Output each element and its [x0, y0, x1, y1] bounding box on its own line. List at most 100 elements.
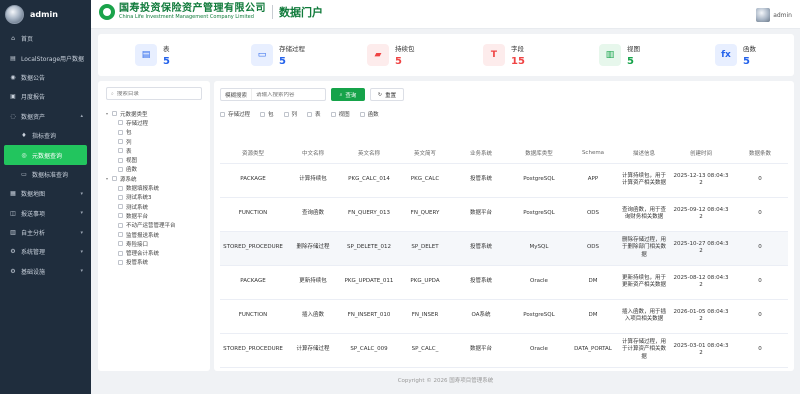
tree-checkbox[interactable] — [118, 120, 123, 126]
tree-node[interactable]: 视图 — [106, 155, 176, 164]
company-logo[interactable]: 国寿投资保险资产管理有限公司 China Life Investment Man… — [99, 4, 323, 20]
tree-node[interactable]: 测试系统3 — [106, 193, 176, 202]
tree-group[interactable]: ▾ 元数据类型 — [106, 109, 176, 118]
table-row[interactable]: PACKAGE 计算持续包 PKG_CALC_014 PKG_CALC 投管系统 Post… — [220, 163, 788, 198]
tree-checkbox[interactable] — [118, 185, 123, 191]
stat-card[interactable]: ▤ 表 5 — [98, 43, 214, 67]
fuzzy-search-input[interactable] — [252, 91, 319, 98]
type-filter-checkboxes: 存储过程 包 列 表 视图 函数 — [220, 110, 389, 118]
stat-card[interactable]: ▭ 存储过程 5 — [214, 43, 330, 67]
tree-node-label: 测试系统 — [126, 204, 149, 211]
stat-card[interactable]: ▰ 持续包 5 — [330, 43, 446, 67]
table-row[interactable]: STORED_PROCEDURE 删除存储过程 SP_DELETE_012 SP_DE… — [220, 231, 788, 266]
tree-node[interactable]: 函数 — [106, 165, 176, 174]
tree-node[interactable]: 寿险接口 — [106, 239, 176, 248]
stat-card[interactable]: ▥ 视图 5 — [562, 43, 678, 67]
tree-node[interactable]: 存储过程 — [106, 118, 176, 127]
tree-node[interactable]: 列 — [106, 137, 176, 146]
stat-card[interactable]: fx 函数 5 — [678, 43, 794, 67]
chevron-icon: ▾ — [80, 210, 83, 217]
checkbox-box[interactable] — [359, 111, 365, 117]
header-username[interactable]: admin — [773, 12, 792, 19]
tree-checkbox[interactable] — [112, 176, 117, 182]
table-row[interactable]: PACKAGE 更新持续包 PKG_UPDATE_011 PKG_UPDA 投管系统 Or… — [220, 265, 788, 300]
tree-checkbox[interactable] — [118, 241, 123, 247]
checkbox-box[interactable] — [330, 111, 336, 117]
type-filter-checkbox[interactable]: 包 — [260, 110, 274, 118]
tree-node[interactable]: 数据平台 — [106, 211, 176, 220]
sidebar-item-label: 元数据查询 — [32, 152, 63, 160]
table-cell: Oracle — [510, 265, 568, 300]
type-filter-checkbox[interactable]: 视图 — [330, 110, 350, 118]
table-row[interactable]: FUNCTION 查询函数 FN_QUERY_013 FN_QUERY 数据平台 Post… — [220, 197, 788, 232]
tree-search-box[interactable]: ⌕ — [106, 87, 202, 100]
user-avatar[interactable] — [5, 5, 24, 24]
table-cell: 计算存储过程 — [286, 333, 340, 368]
logo-english-name: China Life Investment Management Company… — [119, 14, 254, 20]
sidebar-item-location[interactable]: ◎ 元数据查询 — [4, 145, 87, 165]
sidebar-item-report[interactable]: ▣ 月度报告 — [0, 87, 91, 106]
sidebar-item-analysis[interactable]: ▥ 自主分析 ▾ — [0, 223, 91, 242]
portal-title: 数据门户 — [279, 6, 323, 19]
tree-group[interactable]: ▾ 源系统 — [106, 174, 176, 183]
tree-checkbox[interactable] — [118, 250, 123, 256]
tree-checkbox[interactable] — [118, 222, 123, 228]
reset-button[interactable]: ↻ 重置 — [370, 88, 404, 101]
fuzzy-search-field[interactable]: 模糊搜索 — [220, 88, 326, 101]
tree-node[interactable]: 管理会计系统 — [106, 248, 176, 257]
table-cell: 计算持续包 — [286, 163, 340, 198]
tree-checkbox[interactable] — [118, 194, 123, 200]
sidebar-item-infra[interactable]: ⚙ 基础设施 ▾ — [0, 262, 91, 281]
tree-checkbox[interactable] — [118, 148, 123, 154]
tree-node[interactable]: 表 — [106, 146, 176, 155]
table-cell: PKG_CALC — [398, 163, 452, 198]
tree-checkbox[interactable] — [118, 139, 123, 145]
storage-icon: ▤ — [10, 54, 16, 62]
tree-node[interactable]: 测试系统 — [106, 202, 176, 211]
tree-search-input[interactable] — [116, 90, 197, 97]
tree-checkbox[interactable] — [112, 111, 117, 117]
sidebar-item-standard[interactable]: ▭ 数据标准查询 — [0, 165, 91, 184]
tree-checkbox[interactable] — [118, 204, 123, 210]
tree-node[interactable]: 投管系统 — [106, 258, 176, 267]
sidebar-item-storage[interactable]: ▤ LocalStorage用户数据 — [0, 48, 91, 67]
user-menu[interactable]: admin — [756, 8, 792, 22]
package-icon: ▰ — [367, 44, 389, 66]
checkbox-box[interactable] — [307, 111, 313, 117]
sidebar-item-submit[interactable]: ◫ 报送事项 ▾ — [0, 204, 91, 223]
table-row[interactable]: FUNCTION 插入函数 FN_INSERT_010 FN_INSER OA系统 Pos… — [220, 299, 788, 334]
tree-checkbox[interactable] — [118, 213, 123, 219]
tree-checkbox[interactable] — [118, 232, 123, 237]
stat-card[interactable]: T 字段 15 — [446, 43, 562, 67]
tree-checkbox[interactable] — [118, 157, 123, 163]
type-filter-checkbox[interactable]: 函数 — [359, 110, 379, 118]
table-row[interactable]: STORED_PROCEDURE 计算存储过程 SP_CALC_009 SP_CALC… — [220, 333, 788, 368]
sidebar-item-flame[interactable]: ♦ 指标查询 — [0, 126, 91, 145]
tree-node[interactable]: 包 — [106, 128, 176, 137]
search-button[interactable]: ⌕ 查询 — [331, 88, 365, 101]
sidebar-item-notice[interactable]: ◉ 数据公告 — [0, 68, 91, 87]
tree-checkbox[interactable] — [118, 259, 123, 265]
checkbox-box[interactable] — [220, 111, 225, 117]
map-icon: ▦ — [10, 190, 16, 198]
type-filter-checkbox[interactable]: 存储过程 — [220, 110, 250, 118]
tree-node[interactable]: 不动产运营管理平台 — [106, 221, 176, 230]
checkbox-box[interactable] — [260, 111, 266, 117]
sidebar-item-map[interactable]: ▦ 数据地图 ▾ — [0, 184, 91, 203]
table-cell: FN_QUERY_013 — [340, 197, 398, 232]
sidebar-item-home[interactable]: ⌂ 首页 — [0, 29, 91, 48]
tree-node[interactable]: 数据填报系统 — [106, 183, 176, 192]
checkbox-box[interactable] — [283, 111, 289, 117]
table-cell: 数据平台 — [452, 333, 510, 368]
sidebar-item-asset[interactable]: ◌ 数据资产 ▴ — [0, 107, 91, 126]
tree-node[interactable]: 监管报送系统 — [106, 230, 176, 239]
table-cell: FN_INSERT_010 — [340, 299, 398, 334]
tree-checkbox[interactable] — [118, 166, 123, 172]
sidebar-item-system[interactable]: ⚙ 系统管理 ▾ — [0, 242, 91, 261]
tree-checkbox[interactable] — [118, 129, 123, 135]
table-cell: 投管系统 — [452, 265, 510, 300]
sidebar-item-label: 数据资产 — [21, 113, 46, 121]
header-avatar[interactable] — [756, 8, 771, 22]
type-filter-checkbox[interactable]: 列 — [283, 110, 297, 118]
type-filter-checkbox[interactable]: 表 — [307, 110, 321, 118]
